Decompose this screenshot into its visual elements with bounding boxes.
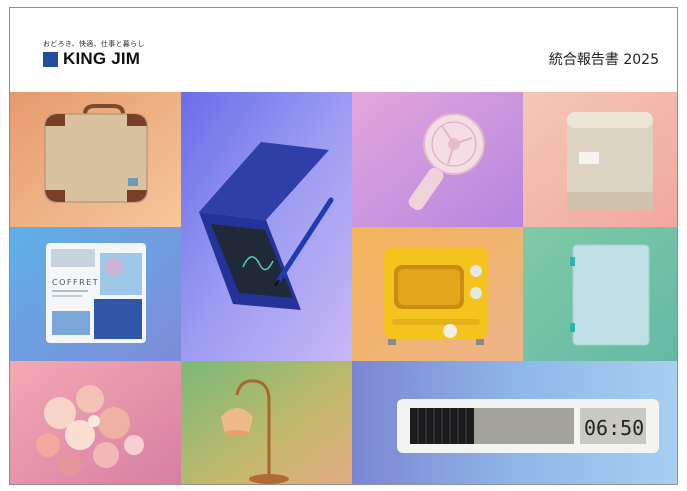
logo-square-icon xyxy=(43,51,58,67)
header: おどろき、快適、仕事と暮らし KING JIM 統合報告書 2025 xyxy=(10,8,677,92)
memo-pad-photo xyxy=(181,92,352,361)
toaster-oven-photo xyxy=(352,227,523,361)
tile-toaster xyxy=(352,227,523,361)
report-title: 統合報告書 2025 xyxy=(548,52,659,68)
clock-time: 06:50 xyxy=(584,416,644,440)
tile-flowers xyxy=(10,361,181,484)
handheld-fan-photo xyxy=(352,92,523,227)
tile-memo-pad xyxy=(181,92,352,361)
tile-clock: 06:50 xyxy=(352,361,677,484)
suitcase-photo xyxy=(10,92,181,227)
logo-text: KING JIM xyxy=(63,49,141,68)
tagline: おどろき、快適、仕事と暮らし xyxy=(43,40,145,48)
company-logo: KING JIM xyxy=(43,49,140,69)
report-cover: おどろき、快適、仕事と暮らし KING JIM 統合報告書 2025 COFFR… xyxy=(0,0,687,491)
flower-bouquet-photo xyxy=(10,361,181,484)
tile-stationery: COFFRET xyxy=(10,227,181,361)
tile-label-printer xyxy=(523,92,677,227)
desk-lamp-photo xyxy=(181,361,352,484)
product-photo-grid: COFFRET 06:50 xyxy=(10,92,677,484)
tile-fan xyxy=(352,92,523,227)
label-printer-photo xyxy=(523,92,677,227)
coffret-label: COFFRET xyxy=(52,278,99,287)
tile-suitcase xyxy=(10,92,181,227)
cover-frame: おどろき、快適、仕事と暮らし KING JIM 統合報告書 2025 COFFR… xyxy=(9,7,678,485)
digital-clock-photo: 06:50 xyxy=(352,361,677,484)
stationery-photo: COFFRET xyxy=(10,227,181,361)
tile-lamp xyxy=(181,361,352,484)
notebook-photo xyxy=(523,227,677,361)
tile-notebook xyxy=(523,227,677,361)
